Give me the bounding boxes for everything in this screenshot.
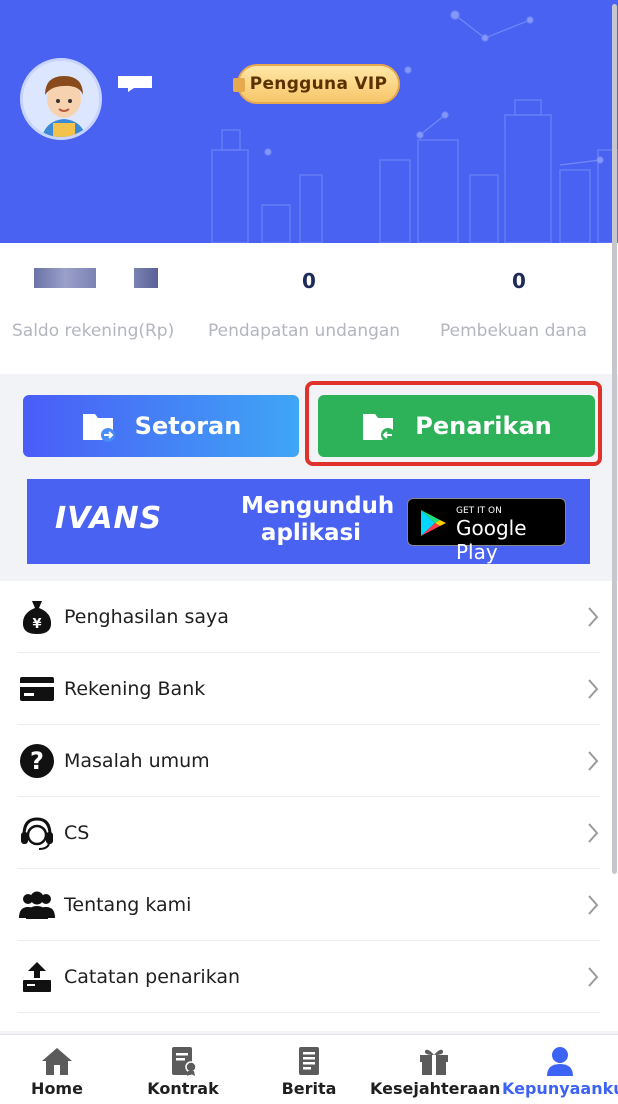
google-play-button[interactable]: GET IT ON Google Play [407,498,566,564]
folder-in-icon [82,414,115,442]
balance-value-masked-tail [134,268,158,288]
headset-icon [18,814,56,852]
chevron-right-icon [588,607,599,627]
nav-label: Home [31,1079,83,1098]
menu-item-label: Tentang kami [64,893,192,916]
menu-item-label: CS [64,821,90,844]
balance-label: Saldo rekening(Rp) [12,321,175,341]
money-bag-icon: ¥ [18,598,56,636]
profile-header: Pengguna VIP [0,0,618,243]
menu-item-income[interactable]: ¥ Penghasilan saya [18,581,600,653]
nav-mine[interactable]: Kepunyaanku [502,1035,618,1104]
balance-value-masked [34,268,96,288]
nav-welfare[interactable]: Kesejahteraan [370,1035,501,1104]
deposit-button[interactable]: Setoran [23,395,299,457]
download-app-banner[interactable]: IVANS Mengunduh aplikasi GET IT ON Googl… [27,479,590,564]
account-stats: 0 0 Saldo rekening(Rp) Pendapatan undang… [0,243,618,374]
menu-item-cs[interactable]: CS [18,797,600,869]
svg-text:¥: ¥ [32,617,41,632]
svg-text:?: ? [30,747,44,775]
frozen-funds-value: 0 [512,269,526,293]
vip-badge: Pengguna VIP [233,64,400,104]
deposit-label: Setoran [134,412,242,440]
upload-tray-icon [18,958,56,996]
menu-item-about[interactable]: Tentang kami [18,869,600,941]
menu-item-label: Rekening Bank [64,677,206,700]
nav-home[interactable]: Home [10,1035,104,1104]
nav-label: Berita [281,1079,337,1098]
home-icon [42,1048,72,1075]
nav-label-active: Kepunyaanku [502,1079,618,1098]
avatar[interactable] [20,58,102,140]
google-play-icon [421,510,446,536]
chevron-right-icon [588,751,599,771]
menu-list: ¥ Penghasilan saya Rekening Bank ? Masal… [0,581,618,1031]
menu-item-withdraw-records[interactable]: Catatan penarikan [18,941,600,1013]
scrollbar[interactable] [612,4,617,874]
nav-label: Kontrak [147,1079,219,1098]
chevron-right-icon [588,967,599,987]
invite-income-value: 0 [302,269,316,293]
bottom-navigation: Home Kontrak Berita Kesejahteraan Kepuny… [0,1034,618,1104]
menu-item-bank-account[interactable]: Rekening Bank [18,653,600,725]
chevron-right-icon [588,679,599,699]
highlight-annotation [305,381,602,466]
invite-income-label: Pendapatan undangan [208,321,401,341]
menu-item-faq[interactable]: ? Masalah umum [18,725,600,797]
nav-label: Kesejahteraan [370,1079,501,1098]
gift-icon [420,1049,448,1075]
user-icon [547,1047,573,1076]
menu-item-label: Penghasilan saya [64,605,229,628]
banner-text: Mengunduh aplikasi [241,493,395,546]
news-icon [299,1047,319,1075]
menu-item-label: Catatan penarikan [64,965,241,988]
contract-icon [172,1047,197,1076]
chevron-right-icon [588,823,599,843]
menu-item-label: Masalah umum [64,749,210,772]
brand-logo: IVANS [55,501,163,536]
card-icon [18,670,56,708]
store-small-text: GET IT ON [456,506,502,516]
nav-contract[interactable]: Kontrak [136,1035,230,1104]
question-icon: ? [18,742,56,780]
nav-news[interactable]: Berita [262,1035,356,1104]
chevron-right-icon [588,895,599,915]
users-icon [18,886,56,924]
username-mask [118,76,152,92]
store-big-text: Google Play [456,516,527,564]
frozen-funds-label: Pembekuan dana [440,321,588,341]
